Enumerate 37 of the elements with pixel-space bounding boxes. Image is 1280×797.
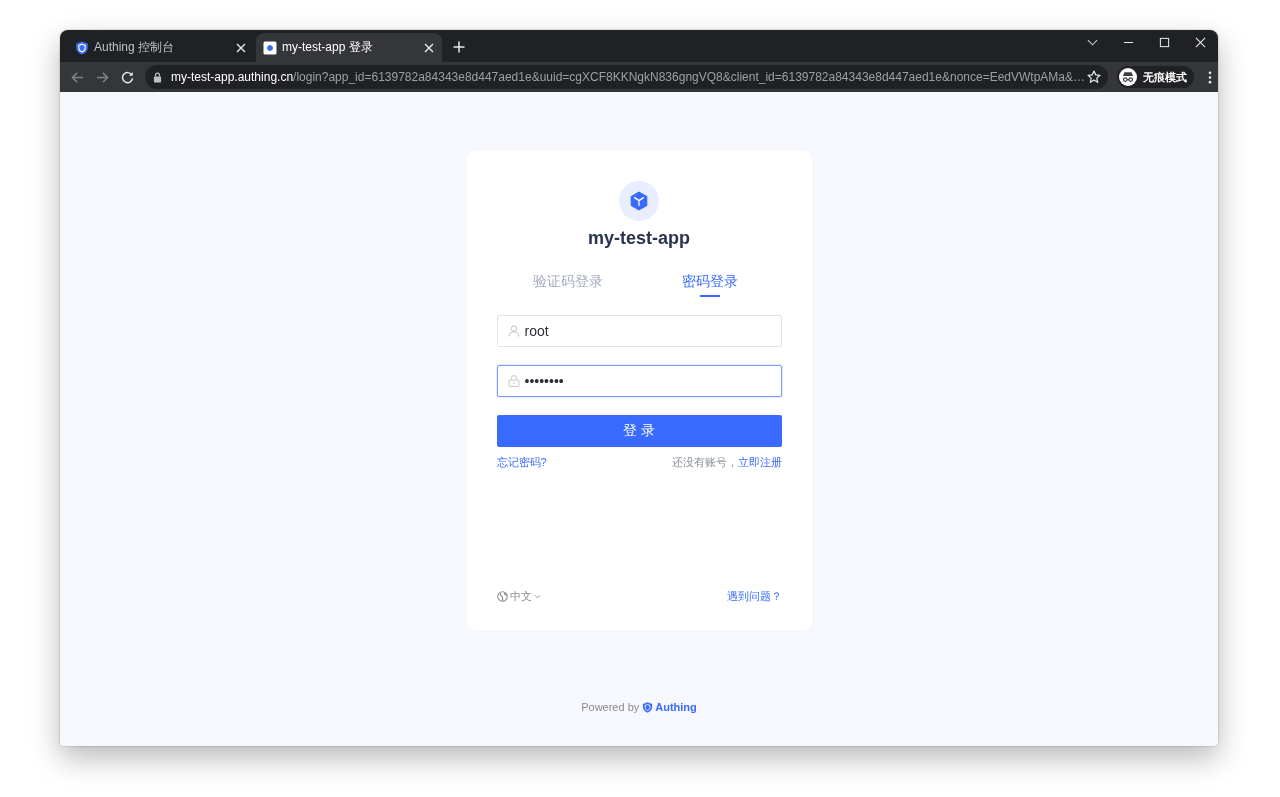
- language-selector[interactable]: 中文: [496, 588, 541, 604]
- star-icon[interactable]: [1087, 70, 1101, 84]
- left-arrow-icon: [70, 70, 84, 84]
- hat-glasses-icon: [1119, 68, 1137, 86]
- signup-prompt: 还没有账号，: [671, 455, 738, 469]
- address-bar[interactable]: my-test-app.authing.cn/login?app_id=6139782a84343e8d447aed1e&uuid=cgXCF8KKNgkN836gngVQ8&client_id=6139782a84343e8d447aed1e&nonce=EedVWtpAMa&…: [145, 65, 1108, 89]
- user-icon: [507, 325, 520, 337]
- login-tab[interactable]: 密码登录: [682, 271, 739, 297]
- close-icon[interactable]: [424, 42, 434, 53]
- password-field[interactable]: ••••••••: [496, 365, 782, 397]
- incognito-button[interactable]: 无痕模式: [1117, 66, 1194, 88]
- maximize-icon: [1158, 36, 1170, 48]
- signup-link[interactable]: 立即注册: [737, 455, 782, 469]
- lock-icon: [153, 71, 162, 83]
- username-field[interactable]: root: [496, 315, 782, 347]
- right-arrow-icon: [95, 70, 109, 84]
- browser-tab[interactable]: Authing 控制台: [68, 33, 254, 62]
- plus-icon[interactable]: [453, 41, 465, 53]
- browser-tab[interactable]: my-test-app 登录: [256, 33, 442, 62]
- brand-link[interactable]: Authing: [642, 700, 697, 714]
- url-text: my-test-app.authing.cn/login?app_id=6139782a84343e8d447aed1e&uuid=cgXCF8KKNgkN836gngVQ8&client_id=6139782a84343e8d447aed1e&nonce=EedVWtpAMa&…: [171, 70, 1087, 84]
- shield-icon: [75, 40, 89, 55]
- cube-icon: [619, 181, 659, 221]
- shield-icon: [642, 701, 654, 713]
- app-icon: [263, 40, 277, 55]
- globe-icon: [496, 590, 508, 602]
- menu-icon[interactable]: [1208, 70, 1212, 84]
- close-icon: [1194, 36, 1206, 48]
- reload-icon: [120, 70, 134, 84]
- close-icon[interactable]: [236, 42, 246, 53]
- caret-down-icon: [533, 592, 541, 600]
- help-link[interactable]: 遇到问题？: [726, 588, 782, 604]
- lock-icon: [507, 375, 520, 387]
- forgot-password-link[interactable]: 忘记密码?: [496, 455, 547, 469]
- login-button[interactable]: 登 录: [496, 415, 782, 447]
- app-name: my-test-app: [588, 227, 690, 250]
- powered-by-text: Powered by: [581, 700, 640, 714]
